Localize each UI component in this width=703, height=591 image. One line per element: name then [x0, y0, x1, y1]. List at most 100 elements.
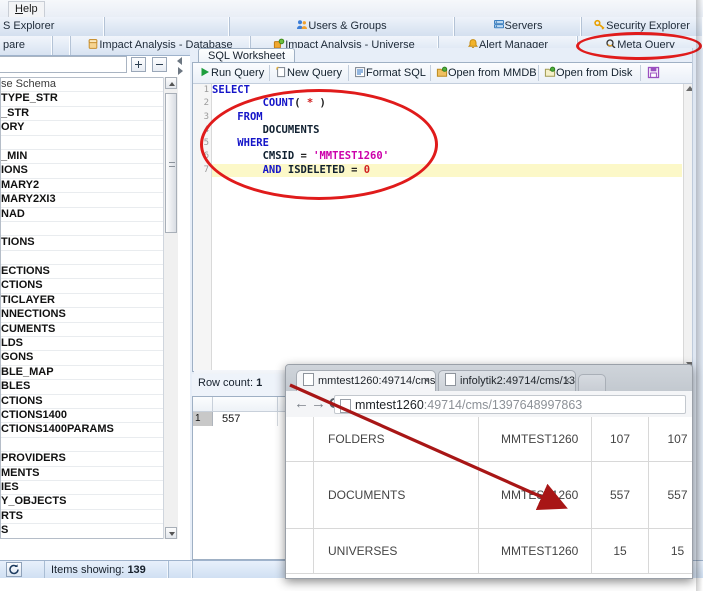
list-item[interactable]: RTS — [1, 510, 178, 525]
browser-tab-1[interactable]: mmtest1260:49714/cms/1 × — [296, 370, 436, 391]
browser-tab-2[interactable]: infolytik2:49714/cms/1397 × — [438, 370, 576, 391]
sql-code-text[interactable]: SELECT COUNT( * ) FROM DOCUMENTS WHERE C… — [212, 84, 682, 370]
tab-spacer-1[interactable] — [104, 17, 229, 36]
cell-count-a: 107 — [592, 417, 649, 461]
expand-all-button[interactable] — [131, 57, 146, 72]
list-item[interactable]: TIONS — [1, 236, 178, 251]
list-item[interactable] — [1, 222, 178, 237]
tab-security-explorer-label: Security Explorer — [606, 20, 690, 32]
close-icon[interactable]: × — [564, 371, 570, 391]
list-item[interactable]: BLE_MAP — [1, 366, 178, 381]
list-item[interactable]: LDS — [1, 337, 178, 352]
list-item[interactable] — [1, 136, 178, 150]
list-item[interactable]: ECTIONS — [1, 265, 178, 280]
new-query-button[interactable]: New Query — [275, 63, 342, 83]
list-item[interactable]: PROVIDERS — [1, 452, 178, 467]
cell-cms-name: MMTEST1260 — [479, 462, 592, 528]
list-item[interactable]: _STR — [1, 107, 178, 122]
database-icon — [87, 38, 99, 50]
panel-splitter-arrows[interactable] — [176, 56, 188, 76]
sql-line: CMSID = 'MMTEST1260' — [212, 150, 682, 163]
list-item[interactable]: CTIONS1400PARAMS — [1, 423, 178, 438]
list-item[interactable]: CTIONS — [1, 395, 178, 409]
sql-line: WHERE — [212, 137, 682, 150]
sql-editor[interactable]: 1 2 3 4 5 6 7 SELECT COUNT( * ) FROM DOCUMENTS… — [194, 84, 698, 370]
list-item[interactable]: MARY2XI3 — [1, 193, 178, 208]
open-from-mmdb-button[interactable]: Open from MMDB — [436, 63, 537, 83]
cell-count-b: 557 — [667, 488, 688, 502]
tab-sql-worksheet-label: SQL Worksheet — [208, 50, 286, 62]
list-item[interactable]: CUMENTS — [1, 323, 178, 338]
refresh-icon[interactable] — [6, 562, 22, 577]
format-sql-label: Format SQL — [366, 67, 426, 79]
tab-compare[interactable]: pare — [0, 36, 52, 55]
list-item[interactable]: TICLAYER — [1, 294, 178, 309]
tab-cs-explorer[interactable]: S Explorer — [0, 17, 104, 36]
sql-line: FROM — [212, 111, 682, 124]
list-item[interactable]: S — [1, 524, 178, 538]
list-item[interactable]: MARY2 — [1, 179, 178, 194]
result-row-number: 1 — [193, 412, 213, 426]
users-icon — [296, 19, 308, 31]
list-item[interactable]: _MIN — [1, 150, 178, 165]
items-showing-count: 139 — [127, 564, 146, 576]
list-item[interactable]: TYPE_STR — [1, 92, 178, 107]
result-grid-header-cell-1 — [213, 397, 278, 411]
sql-line: COUNT( * ) — [212, 97, 682, 110]
page-icon — [445, 373, 456, 386]
list-item[interactable] — [1, 251, 178, 266]
page-icon — [340, 399, 351, 413]
list-item[interactable] — [1, 438, 178, 453]
schema-search-input[interactable] — [0, 56, 127, 73]
list-item[interactable]: IONS — [1, 164, 178, 179]
list-item[interactable]: IES — [1, 481, 178, 496]
address-bar-text: mmtest1260:49714/cms/1397648997863 — [355, 396, 582, 415]
list-item[interactable]: GONS — [1, 351, 178, 366]
address-rest: :49714/cms/1397648997863 — [423, 398, 583, 412]
address-bar[interactable]: mmtest1260:49714/cms/1397648997863 — [334, 395, 686, 414]
tab-servers[interactable]: Servers — [454, 17, 581, 36]
new-tab-button[interactable] — [578, 374, 606, 391]
list-item[interactable]: S_DISK — [1, 539, 178, 540]
list-item[interactable]: BLES — [1, 380, 178, 395]
table-row: FOLDERS MMTEST1260 107 107 — [286, 417, 692, 462]
scrollbar-thumb[interactable] — [165, 93, 177, 233]
list-item[interactable]: NAD — [1, 208, 178, 222]
list-item[interactable]: MENTS — [1, 467, 178, 481]
cell-count-a: 557 — [592, 462, 649, 528]
open-from-mmdb-label: Open from MMDB — [448, 67, 537, 79]
save-button[interactable] — [647, 63, 660, 83]
sql-token: FROM — [237, 110, 263, 123]
tab-spacer-2[interactable] — [52, 36, 70, 55]
back-icon[interactable]: ← — [294, 396, 309, 412]
scroll-up-arrow[interactable] — [165, 77, 177, 89]
toolbar-separator-1 — [269, 65, 270, 81]
cell-count-b: 107 — [667, 432, 688, 446]
format-sql-button[interactable]: Format SQL — [354, 63, 426, 83]
collapse-all-button[interactable] — [152, 57, 167, 72]
schema-object-list[interactable]: se Schema TYPE_STR _STR ORY _MIN IONS MARY2 MA… — [0, 77, 178, 539]
menu-help[interactable]: Help — [8, 1, 45, 18]
list-item[interactable]: Y_OBJECTS — [1, 495, 178, 510]
list-item[interactable]: NNECTIONS — [1, 308, 178, 323]
list-item[interactable]: CTIONS — [1, 279, 178, 294]
scroll-down-arrow[interactable] — [165, 527, 177, 539]
menu-bar: Help — [0, 0, 703, 18]
list-item[interactable]: CTIONS1400 — [1, 409, 178, 424]
run-query-button[interactable]: Run Query — [199, 63, 264, 83]
open-mmdb-icon — [436, 66, 448, 78]
list-item[interactable]: ORY — [1, 121, 178, 136]
run-query-label: Run Query — [211, 67, 265, 79]
tab-users-groups[interactable]: Users & Groups — [229, 17, 454, 36]
open-from-disk-button[interactable]: Open from Disk — [544, 63, 632, 83]
tab-users-groups-label: Users & Groups — [308, 20, 387, 32]
close-icon[interactable]: × — [424, 371, 430, 391]
browser-window: mmtest1260:49714/cms/1 × infolytik2:4971… — [285, 364, 693, 579]
forward-icon[interactable]: → — [311, 396, 326, 412]
result-cell-count: 557 — [214, 412, 278, 426]
schema-list-scrollbar[interactable] — [163, 77, 178, 539]
tab-security-explorer[interactable]: Security Explorer — [581, 17, 703, 36]
